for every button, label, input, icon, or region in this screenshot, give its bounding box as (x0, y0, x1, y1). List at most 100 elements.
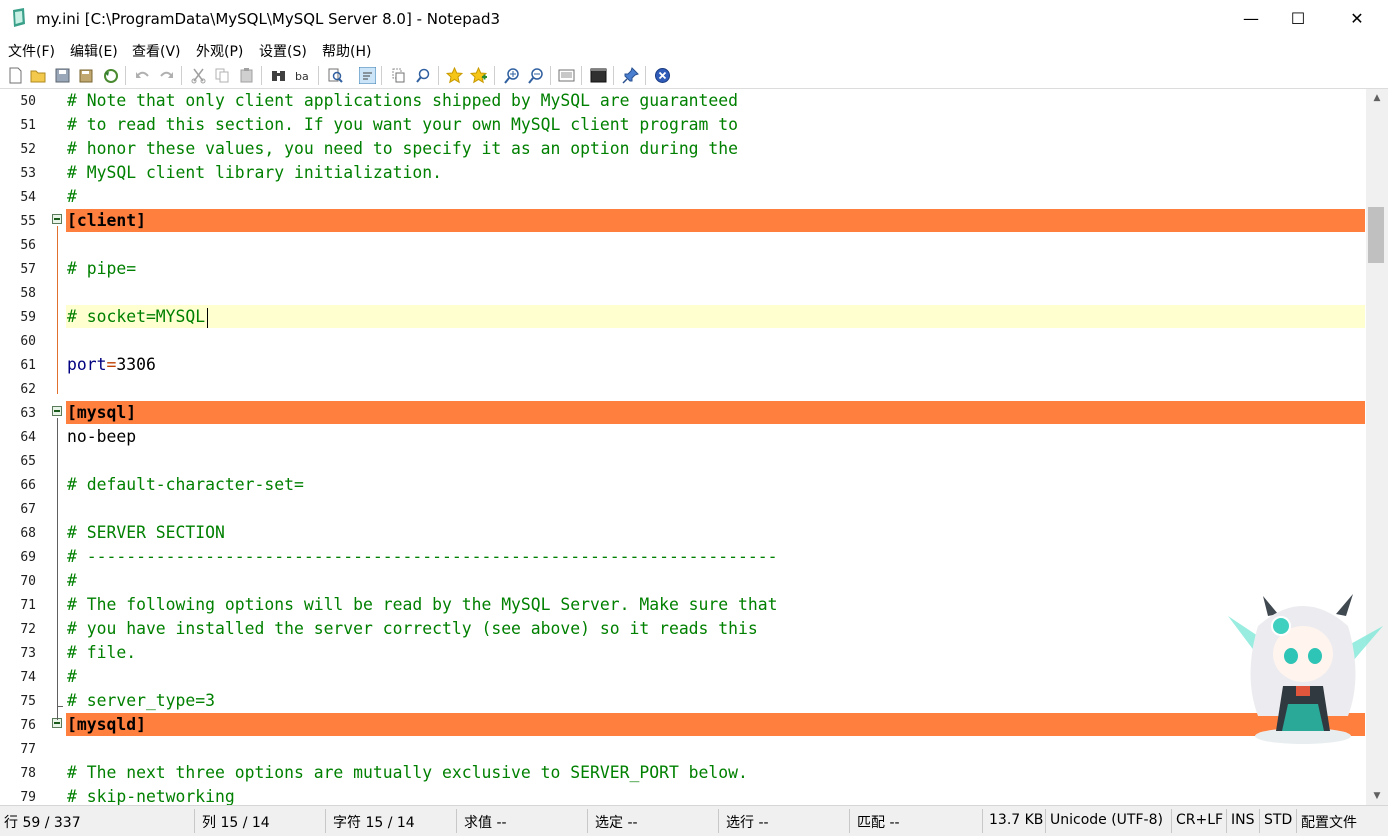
editor-line[interactable]: 69 # ------------------------------------… (0, 545, 1368, 569)
editor-line[interactable]: 68 # SERVER SECTION (0, 521, 1368, 545)
fold-toggle-icon[interactable] (52, 214, 62, 224)
find-icon[interactable] (270, 67, 287, 84)
editor-line[interactable]: 65 (0, 449, 1368, 473)
comment-text: # you have installed the server correctl… (67, 619, 758, 638)
redo-icon[interactable] (158, 67, 175, 84)
editor-line[interactable]: 50 # Note that only client applications s… (0, 89, 1368, 113)
editor-line[interactable]: 77 (0, 737, 1368, 761)
editor-line[interactable]: 76 [mysqld] (0, 713, 1368, 737)
editor-line[interactable]: 55 [client] (0, 209, 1368, 233)
favorites-icon[interactable] (446, 67, 463, 84)
toolbar: ba (0, 62, 1388, 89)
comment-text: # (67, 187, 77, 206)
add-favorite-icon[interactable] (470, 67, 487, 84)
editor-line[interactable]: 61 port=3306 (0, 353, 1368, 377)
close-button[interactable]: ✕ (1334, 0, 1380, 38)
word-wrap-icon[interactable] (359, 67, 376, 84)
menu-help[interactable]: 帮助(H) (322, 41, 371, 61)
cut-icon[interactable] (190, 67, 207, 84)
fold-toggle-icon[interactable] (52, 406, 62, 416)
editor-line[interactable]: 67 (0, 497, 1368, 521)
undo-icon[interactable] (134, 67, 151, 84)
copy-icon[interactable] (214, 67, 231, 84)
editor-line[interactable]: 62 (0, 377, 1368, 401)
status-line-ending[interactable]: CR+LF (1176, 812, 1223, 828)
status-separator (718, 809, 719, 833)
editor-line[interactable]: 54 # (0, 185, 1368, 209)
editor-line[interactable]: 64 no-beep (0, 425, 1368, 449)
fold-guide-line (57, 418, 58, 720)
comment-text: # file. (67, 643, 137, 662)
status-match: 匹配 -- (857, 815, 900, 831)
line-number: 65 (20, 454, 36, 469)
zoom-in-icon[interactable] (503, 67, 520, 84)
save-as-icon[interactable] (78, 67, 95, 84)
pin-icon[interactable] (622, 67, 639, 84)
scheme-icon[interactable] (558, 67, 575, 84)
menu-file[interactable]: 文件(F) (8, 41, 55, 61)
editor-line[interactable]: 60 (0, 329, 1368, 353)
editor-line[interactable]: 73 # file. (0, 641, 1368, 665)
mascot-character-image (1228, 594, 1383, 744)
editor-line[interactable]: 72 # you have installed the server correc… (0, 617, 1368, 641)
status-config-file[interactable]: 配置文件 (1301, 812, 1357, 832)
maximize-button[interactable]: ☐ (1275, 0, 1321, 38)
line-number: 54 (20, 190, 36, 205)
toolbar-separator (261, 66, 262, 85)
scrollbar-thumb[interactable] (1368, 207, 1384, 263)
line-number: 70 (20, 574, 36, 589)
open-folder-icon[interactable] (30, 67, 47, 84)
editor-line[interactable]: 71 # The following options will be read b… (0, 593, 1368, 617)
exit-icon[interactable] (654, 67, 671, 84)
notepad3-app-icon (13, 8, 25, 27)
status-separator (456, 809, 457, 833)
comment-text: # socket=MYSQL (67, 307, 206, 326)
line-number: 61 (20, 358, 36, 373)
editor-line[interactable]: 51 # to read this section. If you want yo… (0, 113, 1368, 137)
line-number: 71 (20, 598, 36, 613)
config-key: port (67, 355, 107, 374)
editor-line[interactable]: 58 (0, 281, 1368, 305)
editor-line[interactable]: 59 # socket=MYSQL (0, 305, 1368, 329)
menu-appearance[interactable]: 外观(P) (196, 41, 243, 61)
editor-line[interactable]: 52 # honor these values, you need to spec… (0, 137, 1368, 161)
menu-edit[interactable]: 编辑(E) (70, 41, 118, 61)
toolbar-separator (125, 66, 126, 85)
line-number: 72 (20, 622, 36, 637)
status-encoding[interactable]: Unicode (UTF-8) (1050, 812, 1163, 828)
status-insert-mode[interactable]: INS (1231, 812, 1255, 828)
editor-line[interactable]: 70 # (0, 569, 1368, 593)
paste-icon[interactable] (238, 67, 255, 84)
save-icon[interactable] (54, 67, 71, 84)
code-text: no-beep (67, 427, 137, 446)
editor-line[interactable]: 74 # (0, 665, 1368, 689)
line-number: 75 (20, 694, 36, 709)
editor-line[interactable]: 63 [mysql] (0, 401, 1368, 425)
replace-icon[interactable]: ba (294, 67, 311, 84)
revert-icon[interactable] (102, 67, 119, 84)
command-prompt-icon[interactable] (590, 67, 607, 84)
editor-line[interactable]: 75 # server_type=3 (0, 689, 1368, 713)
new-file-icon[interactable] (7, 67, 24, 84)
goto-icon[interactable] (415, 67, 432, 84)
select-all-icon[interactable] (390, 67, 407, 84)
text-editor[interactable]: 50 # Note that only client applications s… (0, 89, 1368, 805)
toolbar-separator (181, 66, 182, 85)
menu-settings[interactable]: 设置(S) (259, 41, 307, 61)
find-in-files-icon[interactable] (327, 67, 344, 84)
comment-text: # server_type=3 (67, 691, 216, 710)
editor-line[interactable]: 79 # skip-networking (0, 785, 1368, 805)
minimize-button[interactable]: — (1228, 0, 1274, 38)
scroll-down-arrow-icon[interactable]: ▼ (1366, 787, 1388, 805)
comment-text: # MySQL client library initialization. (67, 163, 442, 182)
zoom-out-icon[interactable] (527, 67, 544, 84)
scroll-up-arrow-icon[interactable]: ▲ (1366, 89, 1388, 107)
editor-line[interactable]: 57 # pipe= (0, 257, 1368, 281)
editor-line[interactable]: 78 # The next three options are mutually … (0, 761, 1368, 785)
editor-line[interactable]: 53 # MySQL client library initialization. (0, 161, 1368, 185)
editor-line[interactable]: 56 (0, 233, 1368, 257)
editor-line[interactable]: 66 # default-character-set= (0, 473, 1368, 497)
config-value: 3306 (116, 355, 156, 374)
menu-view[interactable]: 查看(V) (132, 41, 181, 61)
status-std[interactable]: STD (1264, 812, 1292, 828)
